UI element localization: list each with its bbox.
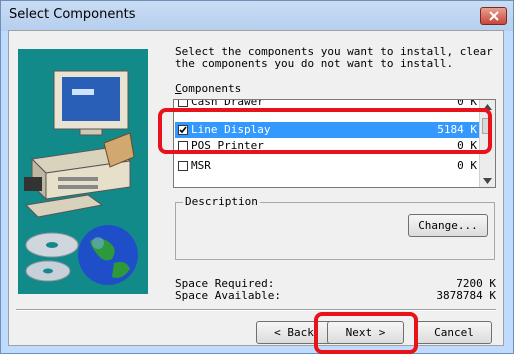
checkbox[interactable] — [178, 125, 188, 135]
change-button[interactable]: Change... — [408, 214, 488, 237]
item-size: 0 K — [457, 159, 477, 172]
cancel-button[interactable]: Cancel — [416, 321, 492, 344]
list-item-pos-printer[interactable]: POS Printer 0 K — [175, 138, 481, 154]
next-button[interactable]: Next > — [327, 321, 404, 344]
separator — [16, 309, 496, 311]
scroll-thumb[interactable] — [482, 118, 492, 134]
instructions-text: Select the components you want to instal… — [175, 45, 493, 70]
item-name: Line Display — [191, 123, 271, 136]
checkbox[interactable] — [178, 141, 188, 151]
globe-icon — [78, 225, 138, 285]
item-name: MSR — [191, 159, 211, 172]
window-title: Select Components — [9, 7, 136, 22]
components-listbox[interactable]: Cash Drawer 0 K Line Display 5184 K POS … — [173, 99, 496, 188]
item-size: 5184 K — [437, 123, 477, 136]
components-label-text: omponents — [181, 82, 242, 95]
space-available-label: Space Available: — [175, 289, 281, 302]
item-size: 0 K — [457, 99, 477, 108]
close-button[interactable] — [480, 7, 507, 25]
cd-disc-icon — [25, 232, 79, 282]
title-bar[interactable]: Select Components — [1, 1, 513, 31]
space-available-value: 3878784 K — [436, 289, 496, 302]
scroll-down-icon[interactable] — [483, 178, 492, 184]
item-name: POS Printer — [191, 139, 264, 152]
checkbox[interactable] — [178, 161, 188, 171]
checkbox[interactable] — [178, 100, 188, 107]
close-icon — [489, 11, 499, 21]
list-scrollbar[interactable] — [479, 100, 495, 187]
list-item-cash-drawer[interactable]: Cash Drawer 0 K — [175, 99, 481, 110]
item-name: Cash Drawer — [191, 99, 264, 108]
scroll-up-icon[interactable] — [483, 104, 492, 110]
check-icon — [179, 126, 187, 134]
item-size: 0 K — [457, 139, 477, 152]
list-item-msr[interactable]: MSR 0 K — [175, 158, 481, 174]
description-label: Description — [183, 195, 260, 208]
list-item-line-display[interactable]: Line Display 5184 K — [175, 122, 481, 138]
installer-artwork — [18, 49, 148, 294]
components-label: Components — [175, 82, 242, 95]
back-button[interactable]: < Back — [256, 321, 332, 344]
computer-icon — [24, 70, 135, 218]
